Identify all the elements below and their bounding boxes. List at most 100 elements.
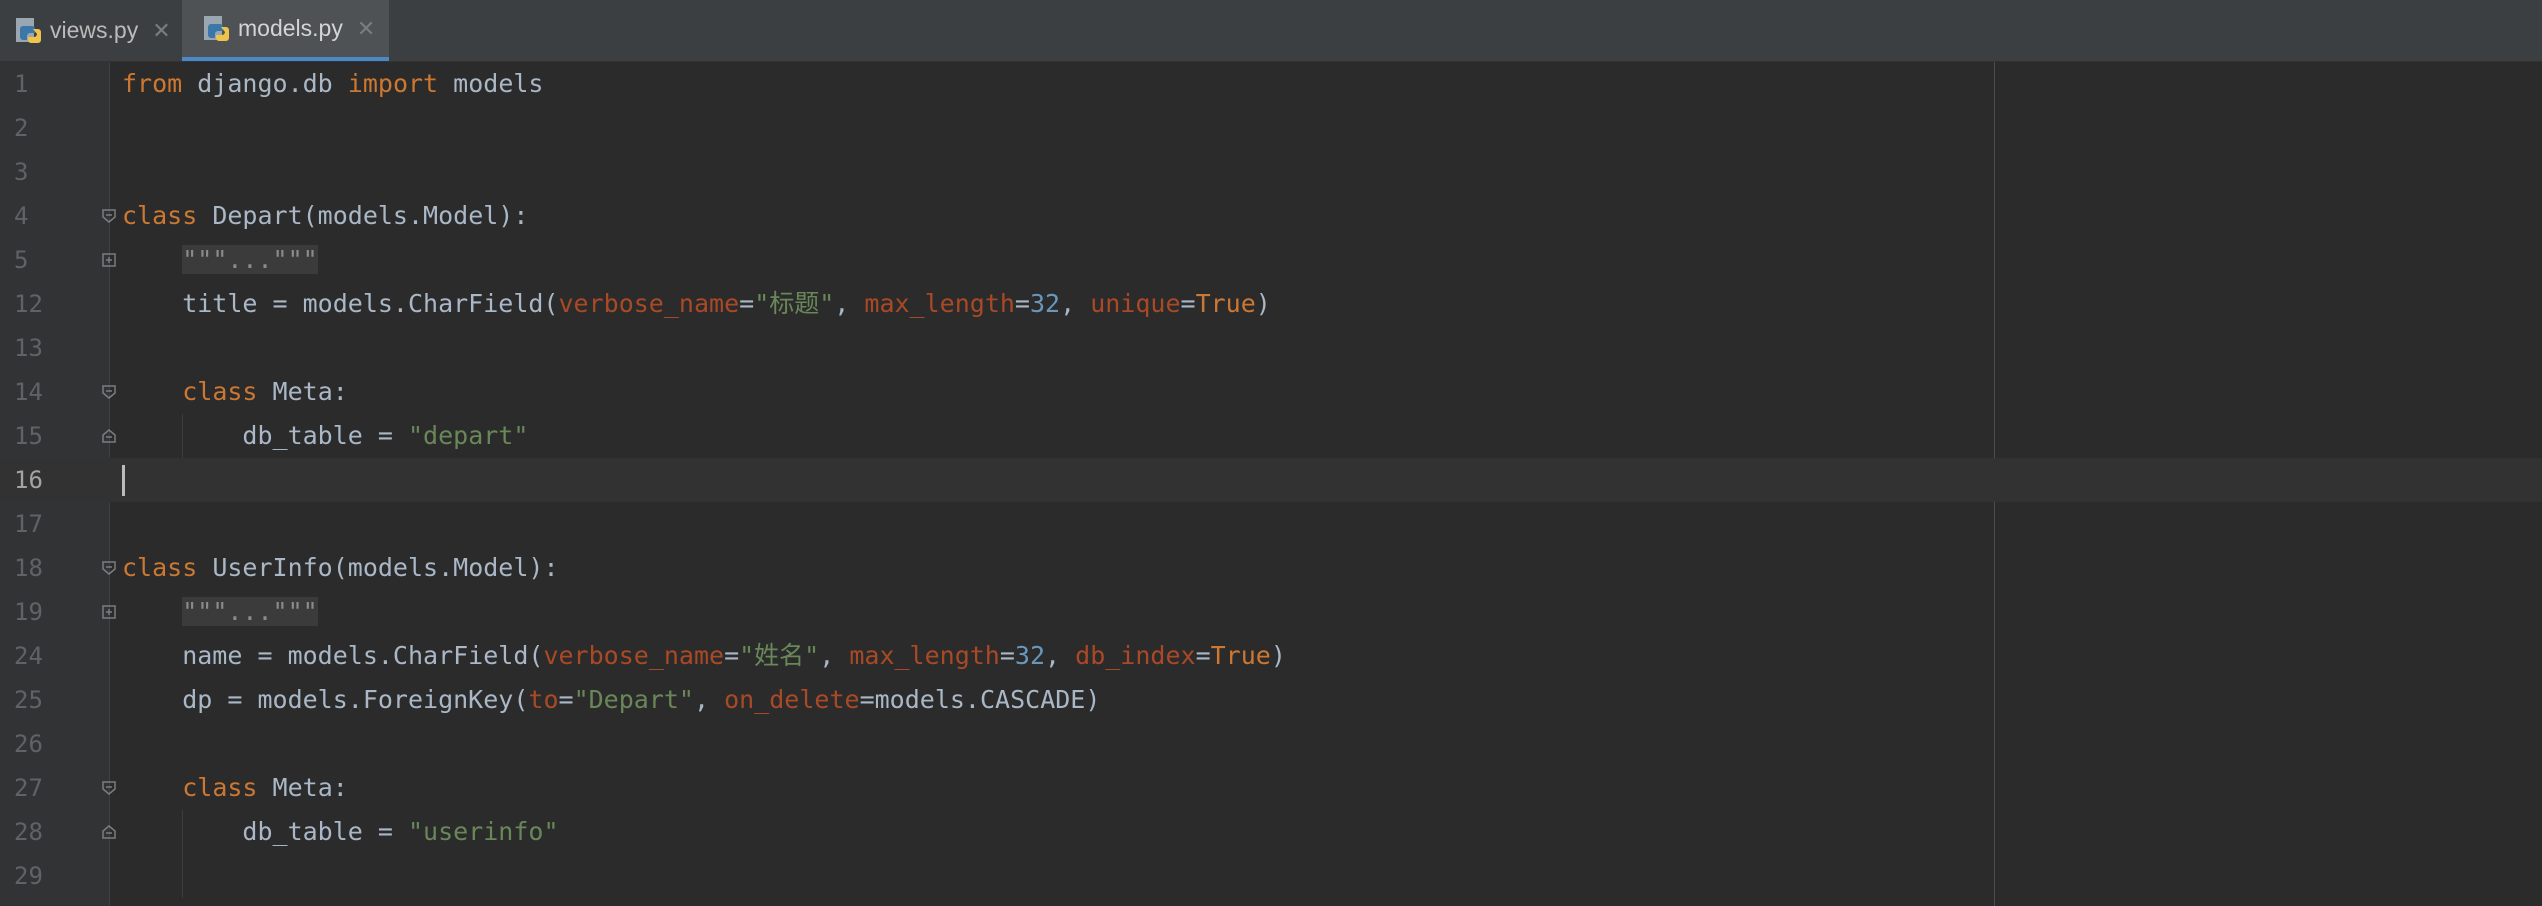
code-token: django.db (182, 69, 348, 98)
code-token: to (528, 685, 559, 714)
code-token: = (739, 289, 755, 318)
code-token: class (122, 201, 198, 230)
line-number: 19 (14, 598, 43, 626)
code-token: "userinfo" (407, 817, 559, 846)
code-token: Depart(models.Model): (197, 201, 529, 230)
code-line[interactable]: 15 db_table = "depart" (0, 414, 2542, 458)
code-token: class (122, 553, 198, 582)
line-number: 27 (14, 774, 43, 802)
fold-collapse-icon[interactable] (101, 208, 117, 224)
close-icon[interactable]: ✕ (152, 18, 170, 44)
code-line[interactable]: 12 title = models.CharField(verbose_name… (0, 282, 2542, 326)
code-token: ) (1255, 289, 1271, 318)
code-token: , (1045, 641, 1076, 670)
tab-views-py[interactable]: views.py ✕ (0, 0, 181, 61)
code-line[interactable]: 17 (0, 502, 2542, 546)
code-token: class (182, 377, 258, 406)
code-text: db_table = "userinfo" (122, 810, 559, 854)
code-token: "姓名" (739, 641, 820, 670)
code-token: Meta: (257, 377, 348, 406)
fold-collapse-icon[interactable] (101, 780, 117, 796)
code-token: db_index (1075, 641, 1196, 670)
fold-collapse-icon[interactable] (101, 560, 117, 576)
code-text: class Depart(models.Model): (122, 194, 528, 238)
code-token: from (122, 69, 183, 98)
code-line[interactable]: 1 from django.db import models (0, 62, 2542, 106)
code-line[interactable]: 25 dp = models.ForeignKey(to="Depart", o… (0, 678, 2542, 722)
code-token: class (182, 773, 258, 802)
code-token: title = models.CharField( (122, 289, 559, 318)
line-number: 13 (14, 334, 43, 362)
code-token: verbose_name (558, 289, 740, 318)
code-token: max_length (864, 289, 1015, 318)
fold-collapse-icon[interactable] (101, 428, 117, 444)
code-text: name = models.CharField(verbose_name="姓名… (122, 634, 1286, 678)
code-text: from django.db import models (122, 62, 543, 106)
code-token: "Depart" (573, 685, 694, 714)
code-line[interactable]: 26 (0, 722, 2542, 766)
code-line[interactable]: 24 name = models.CharField(verbose_name=… (0, 634, 2542, 678)
code-token: name = models.CharField( (122, 641, 544, 670)
code-token: import (347, 69, 439, 98)
code-text: title = models.CharField(verbose_name="标… (122, 282, 1271, 326)
code-token: Meta: (257, 773, 348, 802)
code-token: on_delete (724, 685, 860, 714)
code-line[interactable]: 2 (0, 106, 2542, 150)
code-token: = (999, 641, 1015, 670)
close-icon[interactable]: ✕ (357, 16, 375, 42)
code-token: , (819, 641, 850, 670)
code-line[interactable]: 29 (0, 854, 2542, 898)
text-caret (122, 465, 125, 496)
line-number: 24 (14, 642, 43, 670)
code-token: UserInfo(models.Model): (197, 553, 559, 582)
tab-label: views.py (50, 17, 139, 43)
code-token: = (724, 641, 740, 670)
code-token: = (1195, 641, 1211, 670)
tab-label: models.py (238, 15, 343, 41)
folded-docstring[interactable]: """...""" (182, 245, 318, 274)
line-number: 16 (14, 466, 43, 494)
fold-collapse-icon[interactable] (101, 384, 117, 400)
code-token: = (859, 685, 875, 714)
code-token: , (834, 289, 865, 318)
code-token: models (438, 69, 544, 98)
line-number: 25 (14, 686, 43, 714)
code-token: True (1195, 289, 1256, 318)
code-token: = (1014, 289, 1030, 318)
fold-expand-icon[interactable] (101, 604, 117, 620)
fold-collapse-icon[interactable] (101, 824, 117, 840)
line-number: 12 (14, 290, 43, 318)
code-text: """...""" (122, 590, 318, 634)
code-line[interactable]: 5 """...""" (0, 238, 2542, 282)
code-token: max_length (849, 641, 1000, 670)
python-file-icon (16, 17, 41, 43)
code-line[interactable]: 18 class UserInfo(models.Model): (0, 546, 2542, 590)
tab-models-py[interactable]: models.py ✕ (182, 0, 389, 61)
code-text: class Meta: (122, 766, 348, 810)
line-number: 29 (14, 862, 43, 890)
code-token: "depart" (407, 421, 529, 450)
code-line[interactable]: 14 class Meta: (0, 370, 2542, 414)
line-number: 3 (14, 158, 29, 186)
code-text: dp = models.ForeignKey(to="Depart", on_d… (122, 678, 1100, 722)
code-text: """...""" (122, 238, 318, 282)
code-line[interactable]: 16 (0, 458, 2542, 502)
code-token: = (558, 685, 574, 714)
indent-guide (182, 414, 183, 458)
fold-expand-icon[interactable] (101, 252, 117, 268)
code-token: = (1180, 289, 1196, 318)
code-token: dp = models.ForeignKey( (122, 685, 529, 714)
code-token: 32 (1014, 641, 1046, 670)
line-number: 4 (14, 202, 29, 230)
line-number: 14 (14, 378, 43, 406)
code-line[interactable]: 13 (0, 326, 2542, 370)
code-line[interactable]: 27 class Meta: (0, 766, 2542, 810)
code-line[interactable]: 4 class Depart(models.Model): (0, 194, 2542, 238)
folded-docstring[interactable]: """...""" (182, 597, 318, 626)
code-line[interactable]: 3 (0, 150, 2542, 194)
code-line[interactable]: 28 db_table = "userinfo" (0, 810, 2542, 854)
code-line[interactable]: 19 """...""" (0, 590, 2542, 634)
editor-tab-bar: views.py ✕ models.py ✕ (0, 0, 2542, 62)
code-token: db_table = (122, 421, 408, 450)
